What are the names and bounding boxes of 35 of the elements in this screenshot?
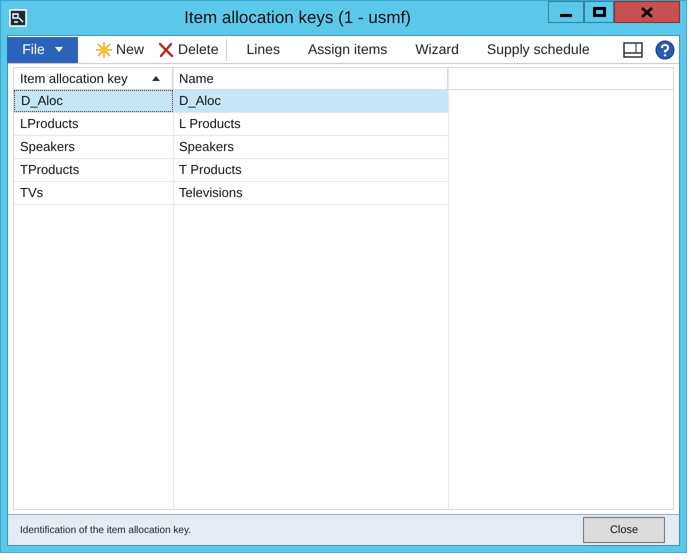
close-button[interactable]: Close <box>583 517 665 543</box>
close-window-button[interactable] <box>614 1 680 23</box>
table-cell-text: TVs <box>19 184 44 202</box>
toolbar-button[interactable]: Assign items <box>298 38 396 62</box>
close-icon <box>641 6 653 18</box>
toolbar-button[interactable]: Delete <box>156 38 220 62</box>
toolbar-button[interactable]: New <box>94 38 146 62</box>
maximize-button[interactable] <box>584 1 614 23</box>
toolbar-button[interactable]: Lines <box>237 38 289 62</box>
maximize-icon <box>592 7 606 17</box>
table-cell-text: TProducts <box>19 161 80 180</box>
table-cell-text: T Products <box>178 161 243 180</box>
toolbar-button[interactable]: Supply schedule <box>478 38 599 62</box>
file-menu[interactable]: File <box>7 36 78 62</box>
column-header[interactable]: Item allocation key <box>14 68 173 89</box>
toolbar-button[interactable]: Wizard <box>406 38 468 62</box>
table-cell-text: Speakers <box>19 138 76 156</box>
table-cell-text: Speakers <box>178 138 235 156</box>
table-cell-text: D_Aloc <box>178 92 222 110</box>
window-title: Item allocation keys (1 - usmf) <box>183 7 412 30</box>
caret-icon <box>54 47 63 52</box>
minimize-icon <box>560 14 572 17</box>
help-icon[interactable] <box>655 40 675 60</box>
table-row[interactable]: D_Aloc D_Aloc <box>14 90 448 113</box>
sun-icon <box>96 42 112 58</box>
column-header[interactable]: Name <box>173 68 448 89</box>
table-cell-text: Televisions <box>178 184 244 202</box>
app-icon <box>9 9 27 27</box>
panel-icon[interactable] <box>623 42 643 58</box>
delete-icon <box>158 42 174 58</box>
minimize-button[interactable] <box>548 1 584 23</box>
table-cell-text: L Products <box>178 115 242 134</box>
status-text: Identification of the item allocation key. <box>20 524 192 538</box>
table-cell: D_Aloc <box>14 90 173 112</box>
table-cell-text: LProducts <box>19 115 80 134</box>
